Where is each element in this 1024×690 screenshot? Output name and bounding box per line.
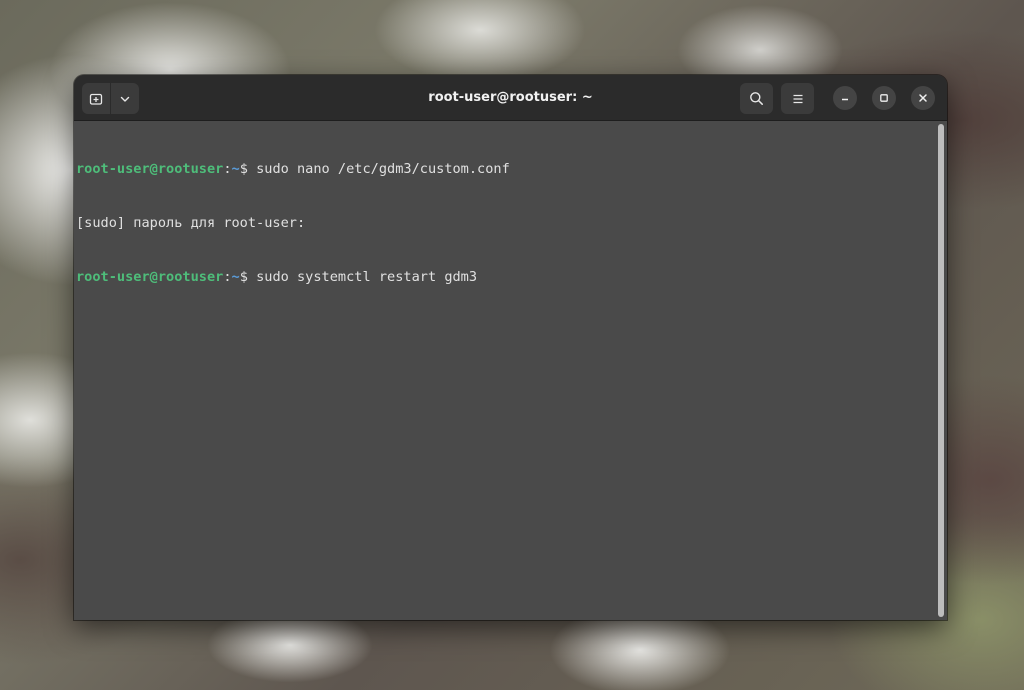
terminal-line: [sudo] пароль для root-user: [76,214,935,232]
search-icon [749,91,764,106]
prompt-user: root-user@rootuser [76,161,224,177]
close-icon [918,93,928,103]
new-tab-icon [89,92,103,106]
close-button[interactable] [911,86,935,110]
maximize-button[interactable] [872,86,896,110]
prompt-path: ~ [231,161,240,177]
main-menu-button[interactable] [781,83,814,114]
terminal-output: root-user@rootuser:~$ sudo nano /etc/gdm… [76,124,935,322]
new-tab-button[interactable] [82,83,110,114]
terminal-line: root-user@rootuser:~$ sudo systemctl res… [76,268,935,286]
chevron-down-icon [119,93,131,105]
minimize-icon [840,93,850,103]
command-text: sudo systemctl restart gdm3 [256,269,478,285]
scrollbar[interactable] [938,124,944,617]
terminal-window: root-user@rootuser: ~ root-user@rootuser… [74,75,947,620]
tab-menu-button[interactable] [111,83,139,114]
prompt-symbol: $ [239,269,257,285]
prompt-path: ~ [231,269,240,285]
header-bar: root-user@rootuser: ~ [74,75,947,121]
window-title: root-user@rootuser: ~ [428,90,593,105]
output-text: [sudo] пароль для root-user: [76,215,314,231]
search-button[interactable] [740,83,773,114]
minimize-button[interactable] [833,86,857,110]
prompt-user: root-user@rootuser [76,269,224,285]
terminal-area[interactable]: root-user@rootuser:~$ sudo nano /etc/gdm… [74,121,947,620]
hamburger-icon [791,92,805,106]
terminal-line: root-user@rootuser:~$ sudo nano /etc/gdm… [76,160,935,178]
command-text: sudo nano /etc/gdm3/custom.conf [256,161,510,177]
prompt-symbol: $ [239,161,257,177]
prompt-separator: : [223,269,232,285]
maximize-icon [879,93,889,103]
prompt-separator: : [223,161,232,177]
new-tab-group [82,83,139,114]
